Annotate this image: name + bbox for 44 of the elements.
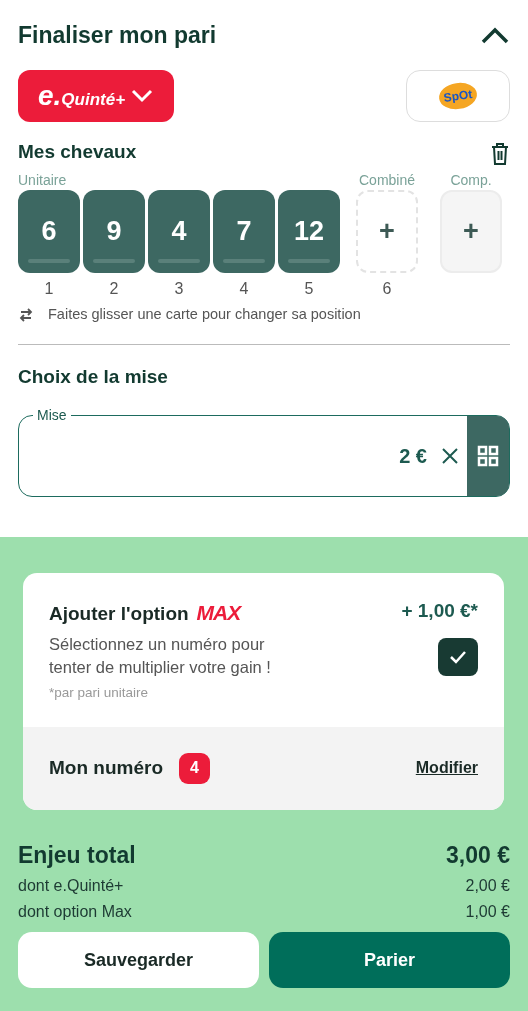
position-number: 6 [382, 280, 392, 297]
position-number: 1 [44, 280, 54, 297]
check-icon [449, 649, 467, 664]
option-price: + 1,00 €* [401, 599, 478, 623]
number-label: Mon numéro [49, 756, 163, 781]
add-horse-button[interactable]: + [440, 190, 502, 273]
bet-button[interactable]: Parier [269, 932, 510, 989]
horse-card[interactable]: 12 [278, 190, 340, 273]
bet-type-dropdown[interactable]: e.Quinté+ [18, 69, 174, 122]
collapse-icon[interactable] [480, 25, 510, 46]
footnote: *par pari unitaire [49, 683, 150, 702]
position-number: 5 [304, 280, 314, 297]
breakdown-amount: 1,00 € [465, 902, 510, 923]
breakdown-label: dont option Max [18, 902, 132, 923]
total-label: Enjeu total [18, 840, 136, 870]
trash-icon[interactable] [490, 142, 510, 166]
option-checkbox[interactable] [438, 637, 478, 676]
position-number: 3 [174, 280, 184, 297]
number-badge: 4 [179, 752, 210, 784]
column-label: Unitaire [18, 172, 67, 188]
option-description: Sélectionnez un numéro pour tenter de multiplier votre gain ! [49, 633, 272, 678]
panel-title: Finaliser mon pari [18, 21, 217, 50]
horse-card[interactable]: 6 [18, 190, 80, 273]
column-label: Comp. [450, 172, 492, 188]
option-logo: MAX [196, 600, 241, 626]
total-amount: 3,00 € [446, 840, 510, 870]
section-title: Mes chevaux [18, 139, 137, 164]
horse-card[interactable]: 7 [213, 190, 275, 273]
horse-card[interactable]: 9 [83, 190, 145, 273]
save-button[interactable]: Sauvegarder [18, 932, 259, 989]
breakdown-label: dont e.Quinté+ [18, 876, 124, 897]
spot-button[interactable]: SpOt [406, 69, 510, 122]
modify-link[interactable]: Modifier [415, 756, 478, 781]
position-number: 4 [239, 280, 249, 297]
column-label: Combiné [359, 172, 415, 188]
breakdown-amount: 2,00 € [465, 876, 510, 897]
caret-icon [130, 87, 154, 104]
add-horse-button[interactable]: + [356, 190, 418, 273]
swap-icon [18, 306, 34, 323]
option-title: Ajouter l'option [49, 602, 189, 626]
position-number: 2 [109, 280, 119, 297]
hint-text: Faites glisser une carte pour changer sa position [48, 305, 361, 324]
section-title: Choix de la mise [18, 364, 169, 389]
horse-card[interactable]: 4 [148, 190, 210, 273]
